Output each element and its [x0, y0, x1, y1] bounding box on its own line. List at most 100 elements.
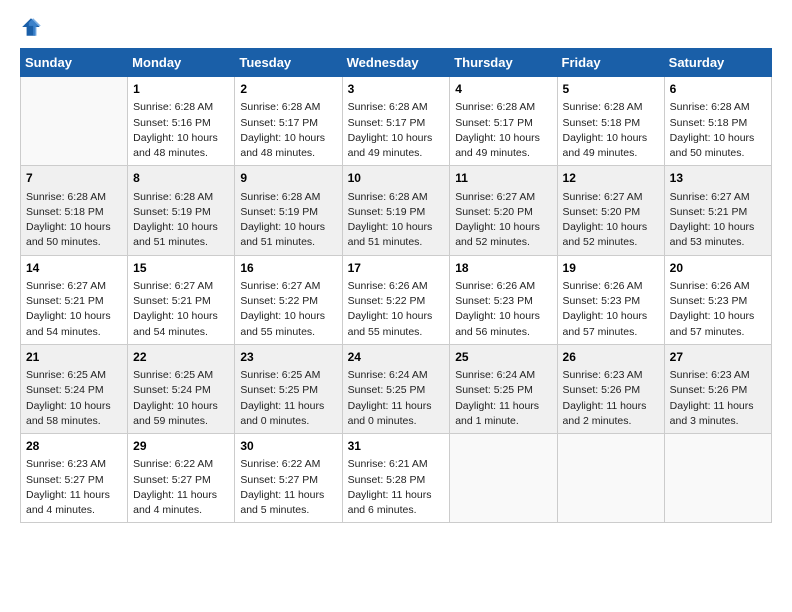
day-number: 4 [455, 81, 551, 98]
day-info: Sunrise: 6:28 AM Sunset: 5:18 PM Dayligh… [670, 100, 766, 161]
calendar-cell: 2Sunrise: 6:28 AM Sunset: 5:17 PM Daylig… [235, 77, 342, 166]
day-info: Sunrise: 6:25 AM Sunset: 5:24 PM Dayligh… [26, 368, 122, 429]
calendar-cell: 26 Sunrise: 6:23 AM Sunset: 5:26 PM Dayli… [557, 344, 664, 433]
day-info: Sunrise: 6:28 AM Sunset: 5:18 PM Dayligh… [563, 100, 659, 161]
weekday-header: Monday [128, 49, 235, 77]
day-info: Sunrise: 6:23 AM Sunset: 5:27 PM Dayligh… [26, 457, 122, 518]
calendar-week-row: 21 Sunrise: 6:25 AM Sunset: 5:24 PM Dayli… [21, 344, 772, 433]
weekday-header: Tuesday [235, 49, 342, 77]
day-number: 7 [26, 170, 122, 187]
calendar-cell: 30Sunrise: 6:22 AM Sunset: 5:27 PM Dayli… [235, 434, 342, 523]
calendar-cell: 24Sunrise: 6:24 AM Sunset: 5:25 PM Dayli… [342, 344, 450, 433]
day-number: 1 [133, 81, 229, 98]
calendar-cell: 31 Sunrise: 6:21 AM Sunset: 5:28 PM Dayli… [342, 434, 450, 523]
day-number: 28 [26, 438, 122, 455]
logo [20, 16, 46, 38]
weekday-header: Thursday [450, 49, 557, 77]
logo-icon [20, 16, 42, 38]
day-info: Sunrise: 6:27 AM Sunset: 5:20 PM Dayligh… [563, 190, 659, 251]
day-info: Sunrise: 6:28 AM Sunset: 5:19 PM Dayligh… [348, 190, 445, 251]
day-info: Sunrise: 6:25 AM Sunset: 5:24 PM Dayligh… [133, 368, 229, 429]
calendar-cell: 1 Sunrise: 6:28 AM Sunset: 5:16 PM Daylig… [128, 77, 235, 166]
calendar-cell: 9 Sunrise: 6:28 AM Sunset: 5:19 PM Daylig… [235, 166, 342, 255]
day-info: Sunrise: 6:27 AM Sunset: 5:22 PM Dayligh… [240, 279, 336, 340]
calendar-week-row: 14Sunrise: 6:27 AM Sunset: 5:21 PM Dayli… [21, 255, 772, 344]
calendar-cell: 27 Sunrise: 6:23 AM Sunset: 5:26 PM Dayli… [664, 344, 771, 433]
day-info: Sunrise: 6:28 AM Sunset: 5:17 PM Dayligh… [455, 100, 551, 161]
calendar-cell: 25 Sunrise: 6:24 AM Sunset: 5:25 PM Dayli… [450, 344, 557, 433]
day-info: Sunrise: 6:26 AM Sunset: 5:23 PM Dayligh… [670, 279, 766, 340]
day-number: 29 [133, 438, 229, 455]
day-info: Sunrise: 6:23 AM Sunset: 5:26 PM Dayligh… [670, 368, 766, 429]
calendar-cell: 22 Sunrise: 6:25 AM Sunset: 5:24 PM Dayli… [128, 344, 235, 433]
day-info: Sunrise: 6:22 AM Sunset: 5:27 PM Dayligh… [240, 457, 336, 518]
day-info: Sunrise: 6:27 AM Sunset: 5:21 PM Dayligh… [670, 190, 766, 251]
day-info: Sunrise: 6:26 AM Sunset: 5:23 PM Dayligh… [563, 279, 659, 340]
calendar-week-row: 1 Sunrise: 6:28 AM Sunset: 5:16 PM Daylig… [21, 77, 772, 166]
calendar-cell: 28 Sunrise: 6:23 AM Sunset: 5:27 PM Dayli… [21, 434, 128, 523]
page-header [20, 16, 772, 38]
day-number: 10 [348, 170, 445, 187]
calendar-table: SundayMondayTuesdayWednesdayThursdayFrid… [20, 48, 772, 523]
day-number: 15 [133, 260, 229, 277]
day-info: Sunrise: 6:28 AM Sunset: 5:19 PM Dayligh… [133, 190, 229, 251]
day-info: Sunrise: 6:24 AM Sunset: 5:25 PM Dayligh… [455, 368, 551, 429]
calendar-cell [557, 434, 664, 523]
calendar-cell: 10 Sunrise: 6:28 AM Sunset: 5:19 PM Dayli… [342, 166, 450, 255]
day-number: 22 [133, 349, 229, 366]
day-number: 12 [563, 170, 659, 187]
day-number: 23 [240, 349, 336, 366]
day-number: 26 [563, 349, 659, 366]
calendar-cell: 11 Sunrise: 6:27 AM Sunset: 5:20 PM Dayli… [450, 166, 557, 255]
calendar-cell [21, 77, 128, 166]
day-info: Sunrise: 6:28 AM Sunset: 5:17 PM Dayligh… [348, 100, 445, 161]
calendar-cell: 29 Sunrise: 6:22 AM Sunset: 5:27 PM Dayli… [128, 434, 235, 523]
day-info: Sunrise: 6:28 AM Sunset: 5:16 PM Dayligh… [133, 100, 229, 161]
calendar-week-row: 28 Sunrise: 6:23 AM Sunset: 5:27 PM Dayli… [21, 434, 772, 523]
day-info: Sunrise: 6:23 AM Sunset: 5:26 PM Dayligh… [563, 368, 659, 429]
day-info: Sunrise: 6:21 AM Sunset: 5:28 PM Dayligh… [348, 457, 445, 518]
day-number: 20 [670, 260, 766, 277]
weekday-header: Saturday [664, 49, 771, 77]
day-info: Sunrise: 6:27 AM Sunset: 5:21 PM Dayligh… [26, 279, 122, 340]
day-info: Sunrise: 6:27 AM Sunset: 5:21 PM Dayligh… [133, 279, 229, 340]
calendar-cell: 3 Sunrise: 6:28 AM Sunset: 5:17 PM Daylig… [342, 77, 450, 166]
calendar-cell: 18 Sunrise: 6:26 AM Sunset: 5:23 PM Dayli… [450, 255, 557, 344]
day-info: Sunrise: 6:25 AM Sunset: 5:25 PM Dayligh… [240, 368, 336, 429]
day-number: 9 [240, 170, 336, 187]
day-number: 3 [348, 81, 445, 98]
calendar-cell: 13Sunrise: 6:27 AM Sunset: 5:21 PM Dayli… [664, 166, 771, 255]
calendar-cell: 6Sunrise: 6:28 AM Sunset: 5:18 PM Daylig… [664, 77, 771, 166]
day-number: 11 [455, 170, 551, 187]
calendar-cell: 4 Sunrise: 6:28 AM Sunset: 5:17 PM Daylig… [450, 77, 557, 166]
calendar-cell: 19 Sunrise: 6:26 AM Sunset: 5:23 PM Dayli… [557, 255, 664, 344]
day-info: Sunrise: 6:22 AM Sunset: 5:27 PM Dayligh… [133, 457, 229, 518]
calendar-cell: 15 Sunrise: 6:27 AM Sunset: 5:21 PM Dayli… [128, 255, 235, 344]
day-info: Sunrise: 6:24 AM Sunset: 5:25 PM Dayligh… [348, 368, 445, 429]
day-info: Sunrise: 6:26 AM Sunset: 5:23 PM Dayligh… [455, 279, 551, 340]
day-number: 27 [670, 349, 766, 366]
day-number: 8 [133, 170, 229, 187]
day-info: Sunrise: 6:27 AM Sunset: 5:20 PM Dayligh… [455, 190, 551, 251]
day-info: Sunrise: 6:28 AM Sunset: 5:17 PM Dayligh… [240, 100, 336, 161]
calendar-cell: 23 Sunrise: 6:25 AM Sunset: 5:25 PM Dayli… [235, 344, 342, 433]
day-info: Sunrise: 6:28 AM Sunset: 5:18 PM Dayligh… [26, 190, 122, 251]
day-number: 5 [563, 81, 659, 98]
day-number: 31 [348, 438, 445, 455]
calendar-cell: 16Sunrise: 6:27 AM Sunset: 5:22 PM Dayli… [235, 255, 342, 344]
day-number: 19 [563, 260, 659, 277]
day-number: 17 [348, 260, 445, 277]
calendar-cell [664, 434, 771, 523]
day-number: 18 [455, 260, 551, 277]
day-info: Sunrise: 6:26 AM Sunset: 5:22 PM Dayligh… [348, 279, 445, 340]
weekday-header: Sunday [21, 49, 128, 77]
day-number: 25 [455, 349, 551, 366]
calendar-cell: 17 Sunrise: 6:26 AM Sunset: 5:22 PM Dayli… [342, 255, 450, 344]
day-info: Sunrise: 6:28 AM Sunset: 5:19 PM Dayligh… [240, 190, 336, 251]
calendar-cell: 21 Sunrise: 6:25 AM Sunset: 5:24 PM Dayli… [21, 344, 128, 433]
calendar-week-row: 7 Sunrise: 6:28 AM Sunset: 5:18 PM Daylig… [21, 166, 772, 255]
calendar-cell [450, 434, 557, 523]
weekday-header: Friday [557, 49, 664, 77]
day-number: 21 [26, 349, 122, 366]
calendar-cell: 12 Sunrise: 6:27 AM Sunset: 5:20 PM Dayli… [557, 166, 664, 255]
